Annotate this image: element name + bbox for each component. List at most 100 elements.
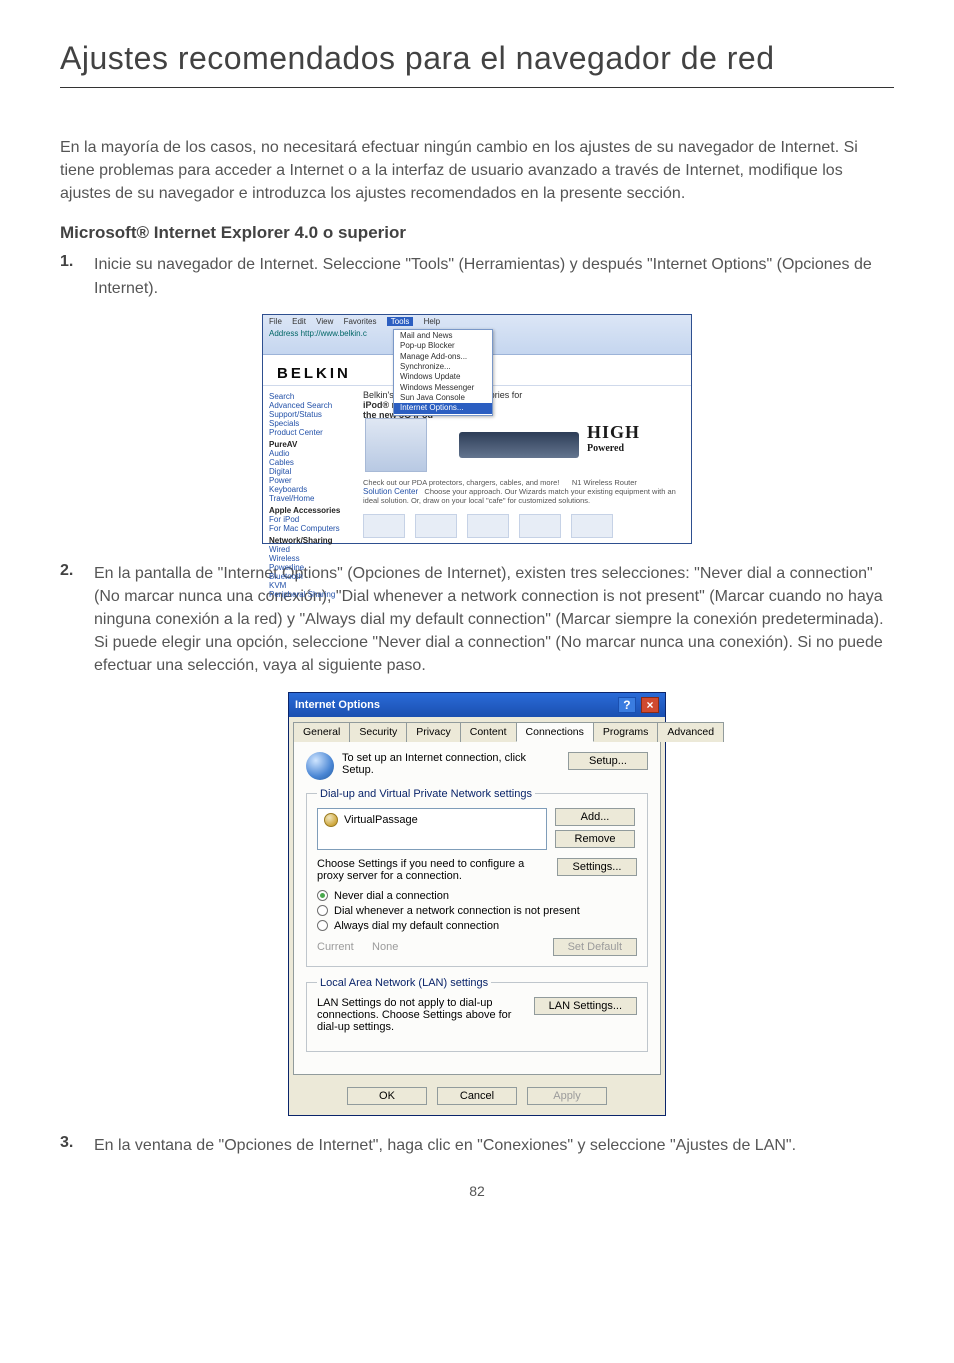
side-search[interactable]: Search (269, 392, 353, 401)
dd-mail[interactable]: Mail and News (394, 331, 492, 341)
side-travel[interactable]: Travel/Home (269, 494, 353, 503)
tab-security[interactable]: Security (349, 722, 407, 742)
solution-center-label[interactable]: Solution Center (363, 487, 418, 496)
side-adv[interactable]: Advanced Search (269, 401, 353, 410)
step-1-text: Inicie su navegador de Internet. Selecci… (94, 253, 894, 299)
fieldset-lan-legend: Local Area Network (LAN) settings (317, 977, 491, 989)
help-icon[interactable]: ? (618, 697, 636, 713)
hp-big: HIGH (587, 422, 640, 443)
hp-small: Powered (587, 443, 640, 454)
menu-file[interactable]: File (269, 317, 282, 326)
step-1-num: 1. (60, 253, 94, 299)
dialog-title: Internet Options (295, 699, 380, 711)
address-label: Address (269, 329, 298, 338)
side-digital[interactable]: Digital (269, 467, 353, 476)
step-2-num: 2. (60, 562, 94, 678)
fieldset-dialup-legend: Dial-up and Virtual Private Network sett… (317, 788, 535, 800)
remove-button[interactable]: Remove (555, 830, 635, 848)
router-photo (459, 432, 579, 458)
thumb-4 (519, 514, 561, 538)
dd-java[interactable]: Sun Java Console (394, 393, 492, 403)
lan-settings-button[interactable]: LAN Settings... (534, 997, 637, 1015)
side-peripheral[interactable]: Peripheral Sharing (269, 590, 353, 599)
menu-help[interactable]: Help (424, 317, 440, 326)
side-mac[interactable]: For Mac Computers (269, 524, 353, 533)
side-wired[interactable]: Wired (269, 545, 353, 554)
radio-always-dial[interactable]: Always dial my default connection (317, 920, 637, 932)
add-button[interactable]: Add... (555, 808, 635, 826)
radio-never-dial[interactable]: Never dial a connection (317, 890, 637, 902)
side-wireless[interactable]: Wireless (269, 554, 353, 563)
step-2: 2. En la pantalla de "Internet Options" … (60, 562, 894, 678)
dd-messenger[interactable]: Windows Messenger (394, 383, 492, 393)
fieldset-lan: Local Area Network (LAN) settings LAN Se… (306, 977, 648, 1052)
section-subhead: Microsoft® Internet Explorer 4.0 o super… (60, 223, 894, 243)
tab-advanced[interactable]: Advanced (657, 722, 724, 742)
thumb-3 (467, 514, 509, 538)
side-keyboards[interactable]: Keyboards (269, 485, 353, 494)
radio-dial-not-present[interactable]: Dial whenever a network connection is no… (317, 905, 637, 917)
menu-tools[interactable]: Tools (387, 317, 414, 326)
tools-dropdown[interactable]: Mail and News Pop-up Blocker Manage Add-… (393, 329, 493, 416)
current-value: None (372, 941, 398, 953)
tab-privacy[interactable]: Privacy (406, 722, 460, 742)
setup-button[interactable]: Setup... (568, 752, 648, 770)
dialog-tabs: General Security Privacy Content Connect… (289, 717, 665, 741)
side-power[interactable]: Power (269, 476, 353, 485)
tab-programs[interactable]: Programs (593, 722, 659, 742)
side-specials[interactable]: Specials (269, 419, 353, 428)
side-cables[interactable]: Cables (269, 458, 353, 467)
vpn-listbox[interactable]: VirtualPassage (317, 808, 547, 850)
side-product-center[interactable]: Product Center (269, 428, 353, 437)
apply-button: Apply (527, 1087, 607, 1105)
side-powerline[interactable]: Powerline (269, 563, 353, 572)
tab-content[interactable]: Content (460, 722, 517, 742)
radio-dot-icon (317, 920, 328, 931)
thumb-2 (415, 514, 457, 538)
side-ipod[interactable]: For iPod (269, 515, 353, 524)
side-apple: Apple Accessories (269, 506, 353, 515)
side-pureav: PureAV (269, 440, 353, 449)
thumb-row (363, 514, 613, 538)
address-value[interactable]: http://www.belkin.c (301, 329, 367, 338)
page-number: 82 (60, 1183, 894, 1199)
step-3-text: En la ventana de "Opciones de Internet",… (94, 1134, 796, 1157)
high-powered: HIGH Powered (587, 422, 640, 454)
menu-edit[interactable]: Edit (292, 317, 306, 326)
settings-button[interactable]: Settings... (557, 858, 637, 876)
ok-button[interactable]: OK (347, 1087, 427, 1105)
internet-options-dialog: Internet Options ? × General Security Pr… (288, 692, 666, 1116)
thumb-1 (363, 514, 405, 538)
thumb-5 (571, 514, 613, 538)
tab-connections[interactable]: Connections (516, 722, 594, 742)
radio-always-dial-label: Always dial my default connection (334, 920, 499, 932)
page-title: Ajustes recomendados para el navegador d… (60, 40, 894, 88)
cancel-button[interactable]: Cancel (437, 1087, 517, 1105)
side-support[interactable]: Support/Status (269, 410, 353, 419)
dd-sync[interactable]: Synchronize... (394, 362, 492, 372)
dd-popup[interactable]: Pop-up Blocker (394, 341, 492, 351)
caption-1: Check out our PDA protectors, chargers, … (363, 478, 559, 487)
dd-addons[interactable]: Manage Add-ons... (394, 352, 492, 362)
browser-sidebar: Search Advanced Search Support/Status Sp… (269, 392, 353, 599)
fieldset-dialup: Dial-up and Virtual Private Network sett… (306, 788, 648, 967)
side-kvm[interactable]: KVM (269, 581, 353, 590)
dd-internet-options[interactable]: Internet Options... (394, 403, 492, 413)
tab-general[interactable]: General (293, 722, 350, 742)
lan-text: LAN Settings do not apply to dial-up con… (317, 997, 526, 1033)
dialog-titlebar: Internet Options ? × (289, 693, 665, 717)
close-icon[interactable]: × (641, 697, 659, 713)
caption-2: N1 Wireless Router (572, 478, 637, 487)
step-3-num: 3. (60, 1134, 94, 1157)
radio-dot-icon (317, 905, 328, 916)
figure-1: File Edit View Favorites Tools Help Addr… (60, 314, 894, 544)
dd-winupdate[interactable]: Windows Update (394, 372, 492, 382)
step-2-text: En la pantalla de "Internet Options" (Op… (94, 562, 894, 678)
step-3: 3. En la ventana de "Opciones de Interne… (60, 1134, 894, 1157)
vpn-item-label: VirtualPassage (344, 814, 418, 826)
set-default-button: Set Default (553, 938, 637, 956)
menu-view[interactable]: View (316, 317, 333, 326)
side-bluetooth[interactable]: Bluetooth (269, 572, 353, 581)
menu-favorites[interactable]: Favorites (344, 317, 377, 326)
side-audio[interactable]: Audio (269, 449, 353, 458)
